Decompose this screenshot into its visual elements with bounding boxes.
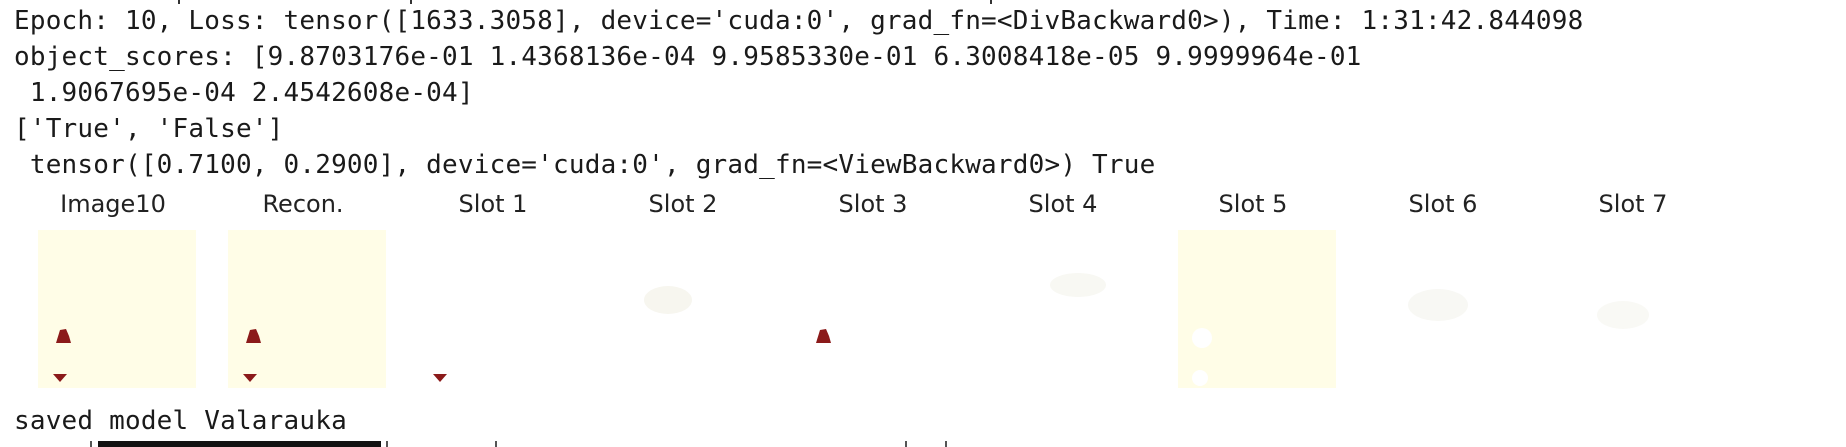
object-scores-line: object_scores: [9.8703176e-01 1.4368136e… — [14, 42, 1362, 72]
image-background — [988, 230, 1146, 388]
cropped-next-output-bar — [98, 441, 381, 447]
triangle-hole — [1192, 370, 1208, 386]
faint-mask — [1408, 289, 1468, 321]
image-background — [228, 230, 386, 388]
input-image — [38, 230, 196, 388]
image-background — [798, 230, 956, 388]
panel-title: Recon. — [262, 190, 344, 218]
slot-7-image — [1558, 230, 1716, 388]
panel-title: Image10 — [60, 190, 166, 218]
panel-title: Slot 1 — [458, 190, 528, 218]
faint-mask — [644, 286, 692, 314]
image-background — [608, 230, 766, 388]
slot-6-image — [1368, 230, 1526, 388]
image-background — [418, 230, 576, 388]
cropped-next-output — [90, 441, 92, 447]
cropped-next-output — [386, 441, 388, 447]
cropped-next-output — [495, 441, 497, 447]
slot-figure: Image10 Recon. Slot 1 Slot 2 Slot 3 Slot… — [0, 188, 1846, 398]
slot-3-image — [798, 230, 956, 388]
cropped-next-output — [945, 441, 947, 447]
faint-mask — [1597, 301, 1649, 329]
cropped-next-output — [905, 441, 907, 447]
panel-title: Slot 4 — [1028, 190, 1098, 218]
panel-title: Slot 6 — [1408, 190, 1478, 218]
slot-2-image — [608, 230, 766, 388]
slot-1-image — [418, 230, 576, 388]
panel-title: Slot 5 — [1218, 190, 1288, 218]
object-scores-continuation: 1.9067695e-04 2.4542608e-04] — [14, 78, 474, 108]
slot-5-image — [1178, 230, 1336, 388]
faint-mask — [1050, 273, 1106, 297]
panel-title: Slot 2 — [648, 190, 718, 218]
cup-hole — [1192, 328, 1212, 348]
reconstruction-image — [228, 230, 386, 388]
image-background — [1178, 230, 1336, 388]
panel-title: Slot 7 — [1598, 190, 1668, 218]
epoch-log-line: Epoch: 10, Loss: tensor([1633.3058], dev… — [14, 6, 1584, 36]
panel-title: Slot 3 — [838, 190, 908, 218]
saved-model-line: saved model Valarauka — [14, 406, 347, 436]
tensor-line: tensor([0.7100, 0.2900], device='cuda:0'… — [14, 150, 1156, 180]
labels-line: ['True', 'False'] — [14, 114, 284, 144]
slot-4-image — [988, 230, 1146, 388]
image-background — [38, 230, 196, 388]
